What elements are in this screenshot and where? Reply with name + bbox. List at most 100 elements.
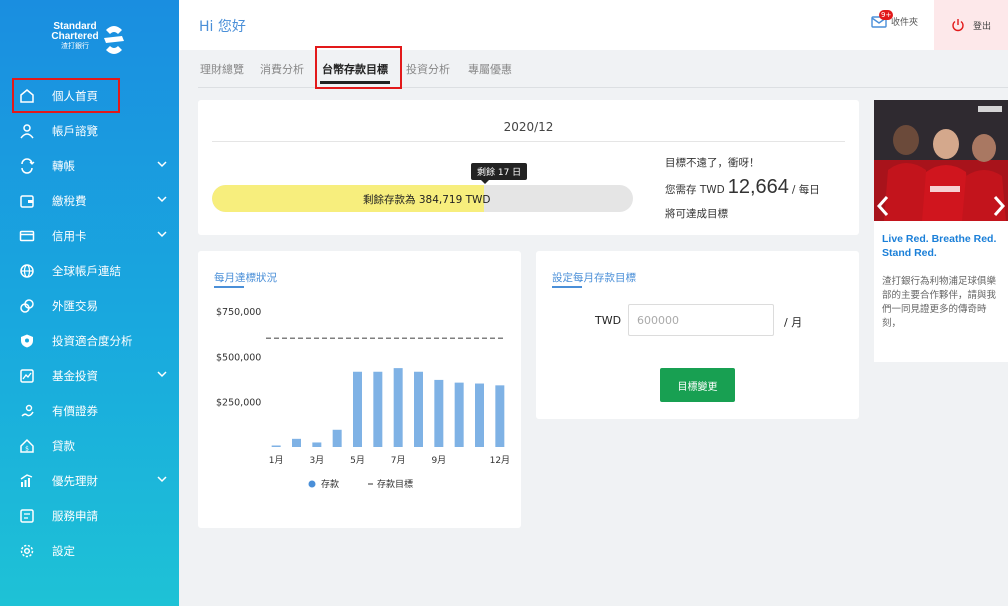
service-icon — [17, 506, 37, 526]
inbox-button[interactable]: 9+ 收件夾 — [871, 10, 919, 28]
sidebar-item-label: 帳戶諮覽 — [52, 123, 98, 138]
goal-done-text: 將可達成目標 — [665, 208, 728, 220]
currency-icon — [17, 296, 37, 316]
carousel-prev-icon[interactable] — [876, 194, 890, 218]
monthly-savings-chart: $750,000 $500,000 $250,000 1月 3月 5月 7月 9月 12月存款 存… — [216, 307, 510, 490]
set-monthly-goal-card: 設定每月存款目標 TWD 600000 / 月 目標變更 — [536, 251, 859, 419]
sidebar-item-label: 信用卡 — [52, 228, 87, 243]
chart-bar — [414, 371, 423, 447]
logout-label: 登出 — [972, 21, 991, 32]
chart-bar — [373, 371, 383, 447]
chart-bar — [353, 371, 362, 447]
sidebar-item-label: 全球帳戶連結 — [52, 263, 121, 278]
logout-button[interactable]: 登出 — [934, 0, 1008, 50]
svg-text:$: $ — [25, 445, 29, 452]
daily-need-prefix: 您需存 TWD — [665, 184, 725, 196]
chart-bar — [454, 382, 464, 447]
fund-icon — [17, 366, 37, 386]
x-tick-label: 5月 — [350, 455, 365, 466]
tab-overview[interactable]: 理財總覽 — [200, 61, 244, 77]
user-icon — [17, 121, 37, 141]
monthly-goal-input[interactable]: 600000 — [628, 304, 774, 336]
sidebar-nav: 個人首頁 帳戶諮覽 轉帳 繳稅費 信用卡 全球帳戶連結 外匯交易 投資適合度分析… — [0, 78, 179, 568]
brand-line2: Chartered — [51, 31, 99, 42]
promo-title: Live Red. Breathe Red. Stand Red. — [882, 233, 997, 259]
sidebar-item-label: 服務申請 — [52, 508, 98, 523]
brand-mark-icon — [104, 26, 124, 54]
legend-label-savings: 存款 — [321, 478, 339, 490]
title-underline — [552, 286, 582, 288]
loan-icon: $ — [17, 436, 37, 456]
y-tick-label: $500,000 — [216, 352, 261, 363]
sidebar-item-accounts[interactable]: 帳戶諮覽 — [0, 113, 179, 148]
inbox-badge: 9+ — [879, 10, 894, 20]
inbox-label: 收件夾 — [891, 17, 919, 28]
sidebar-item-investment-suitability[interactable]: 投資適合度分析 — [0, 323, 179, 358]
y-tick-label: $250,000 — [216, 398, 261, 409]
sidebar-item-label: 投資適合度分析 — [52, 333, 133, 348]
promo-body: 渣打銀行為利物浦足球俱樂部的主要合作夥伴，請與我們一同見證更多的傳奇時刻， — [882, 276, 997, 329]
sidebar-item-global-link[interactable]: 全球帳戶連結 — [0, 253, 179, 288]
chart-bar — [393, 368, 403, 447]
chart-bar — [495, 385, 505, 447]
promo-image — [874, 100, 1008, 221]
sidebar-item-forex[interactable]: 外匯交易 — [0, 288, 179, 323]
sidebar-item-credit-card[interactable]: 信用卡 — [0, 218, 179, 253]
x-tick-label: 12月 — [490, 455, 510, 466]
brand-line3: 渣打銀行 — [61, 43, 89, 50]
x-tick-label: 3月 — [309, 455, 324, 466]
sidebar-item-label: 優先理財 — [52, 473, 98, 488]
sidebar-item-loans[interactable]: $ 貸款 — [0, 428, 179, 463]
chevron-down-icon — [157, 371, 167, 378]
sidebar-item-bills[interactable]: 繳稅費 — [0, 183, 179, 218]
daily-need-suffix: / 每日 — [791, 184, 820, 196]
promo-banner[interactable]: Live Red. Breathe Red. Stand Red. 渣打銀行為利… — [874, 100, 1008, 362]
shield-icon — [17, 331, 37, 351]
wallet-icon — [17, 191, 37, 211]
currency-label: TWD — [595, 314, 622, 327]
power-icon — [952, 19, 964, 32]
daily-need: 您需存 TWD 12,664 / 每日 — [665, 176, 820, 199]
sidebar-item-label: 繳稅費 — [52, 193, 87, 208]
chevron-down-icon — [157, 196, 167, 203]
chevron-down-icon — [157, 161, 167, 168]
x-tick-label: 7月 — [391, 455, 406, 466]
change-goal-button[interactable]: 目標變更 — [660, 368, 735, 402]
y-tick-label: $750,000 — [216, 307, 261, 318]
legend-label-target: 存款目標 — [377, 478, 413, 490]
tab-exclusive-offers[interactable]: 專屬優惠 — [468, 61, 512, 77]
legend-dot-savings — [308, 480, 316, 488]
sidebar-item-label: 轉帳 — [52, 158, 75, 173]
sidebar-item-service[interactable]: 服務申請 — [0, 498, 179, 533]
sidebar-item-funds[interactable]: 基金投資 — [0, 358, 179, 393]
credit-card-icon — [17, 226, 37, 246]
x-tick-label: 1月 — [269, 455, 284, 466]
sidebar-item-label: 基金投資 — [52, 368, 98, 383]
chart-bar — [332, 429, 342, 447]
chart-bar — [434, 379, 444, 447]
sidebar-item-securities[interactable]: 有價證券 — [0, 393, 179, 428]
sidebar-item-label: 設定 — [52, 543, 75, 558]
sidebar-item-transfer[interactable]: 轉帳 — [0, 148, 179, 183]
chart-bar — [475, 383, 484, 447]
gear-icon — [17, 541, 37, 561]
globe-icon — [17, 261, 37, 281]
football-players-image — [874, 100, 1008, 221]
sidebar-item-label: 有價證券 — [52, 403, 98, 418]
tab-spending-analysis[interactable]: 消費分析 — [260, 61, 304, 77]
sidebar-item-label: 個人首頁 — [52, 88, 98, 103]
greeting-text: Hi 您好 — [199, 19, 246, 35]
priority-icon — [17, 471, 37, 491]
tab-investment-analysis[interactable]: 投資分析 — [406, 61, 450, 77]
daily-need-amount: 12,664 — [727, 176, 789, 198]
sidebar-item-priority-banking[interactable]: 優先理財 — [0, 463, 179, 498]
active-tab-highlight — [315, 46, 402, 89]
home-icon — [17, 86, 37, 106]
sidebar: Standard Chartered 渣打銀行 個人首頁 帳戶諮覽 轉帳 繳稅費… — [0, 0, 179, 606]
sidebar-item-home[interactable]: 個人首頁 — [12, 78, 120, 113]
carousel-next-icon[interactable] — [992, 194, 1006, 218]
standard-chartered-logo[interactable]: Standard Chartered 渣打銀行 — [50, 22, 130, 62]
sidebar-item-settings[interactable]: 設定 — [0, 533, 179, 568]
divider — [212, 141, 845, 142]
top-header: Hi 您好 9+ 收件夾 登出 — [179, 0, 1008, 50]
